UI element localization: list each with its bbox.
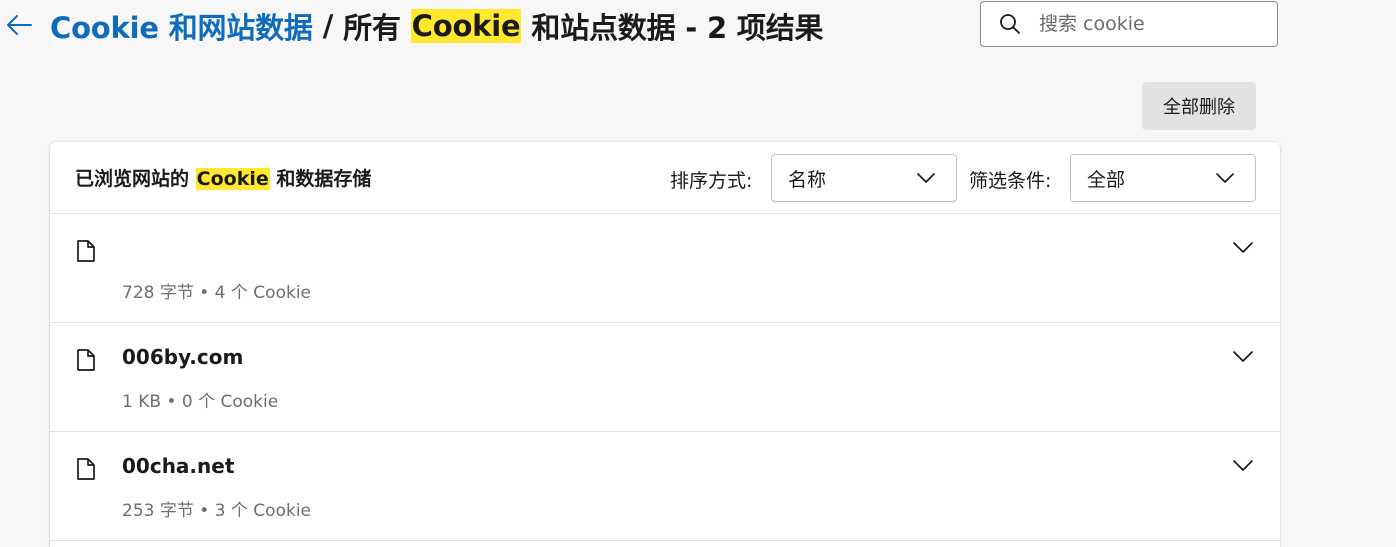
chevron-down-icon[interactable] [1232,349,1254,368]
sort-select[interactable]: 名称 [771,154,957,202]
cookie-settings-page: Cookie 和网站数据 / 所有 Cookie 和站点数据 - 2 项结果 全… [0,0,1396,547]
breadcrumb-separator: / [322,9,334,43]
list-item[interactable]: 728 字节 • 4 个 Cookie [50,214,1280,323]
chevron-down-icon [1215,167,1235,189]
file-icon [76,239,96,267]
delete-all-button[interactable]: 全部删除 [1142,82,1256,130]
site-meta: 1 KB • 0 个 Cookie [122,392,279,412]
chevron-down-icon [916,167,936,189]
title-prefix: 所有 [343,11,401,45]
sort-label: 排序方式: [670,170,753,192]
chevron-down-icon[interactable] [1232,458,1254,477]
search-input[interactable] [1039,13,1259,35]
chevron-down-icon[interactable] [1232,240,1254,259]
search-box[interactable] [980,1,1278,47]
page-title: Cookie 和网站数据 / 所有 Cookie 和站点数据 - 2 项结果 [50,6,823,46]
filter-value: 全部 [1087,168,1126,191]
card-header: 已浏览网站的 Cookie 和数据存储 排序方式: 名称 筛选条件: 全部 [50,142,1280,214]
file-icon [76,348,96,376]
site-meta: 728 字节 • 4 个 Cookie [122,283,312,303]
card-title-highlight: Cookie [195,168,270,190]
sort-value: 名称 [788,168,827,191]
site-meta: 253 字节 • 3 个 Cookie [122,501,312,521]
list-item[interactable]: 00cha.net 253 字节 • 3 个 Cookie [50,432,1280,541]
card-title-suffix: 和数据存储 [276,168,372,190]
filter-select[interactable]: 全部 [1070,154,1256,202]
card-title: 已浏览网站的 Cookie 和数据存储 [75,164,371,191]
search-icon [981,12,1039,36]
breadcrumb-link[interactable]: Cookie 和网站数据 [50,5,313,47]
cookie-list-card: 已浏览网站的 Cookie 和数据存储 排序方式: 名称 筛选条件: 全部 72… [50,142,1280,547]
site-name: 00cha.net [122,454,235,478]
file-icon [76,457,96,485]
title-highlight: Cookie [410,9,522,43]
card-title-prefix: 已浏览网站的 [75,168,190,190]
back-arrow-icon[interactable] [4,10,34,40]
list-item[interactable]: 006by.com 1 KB • 0 个 Cookie [50,323,1280,432]
filter-label: 筛选条件: [969,170,1052,192]
site-name: 006by.com [122,345,244,369]
title-suffix: 和站点数据 - 2 项结果 [531,11,824,45]
